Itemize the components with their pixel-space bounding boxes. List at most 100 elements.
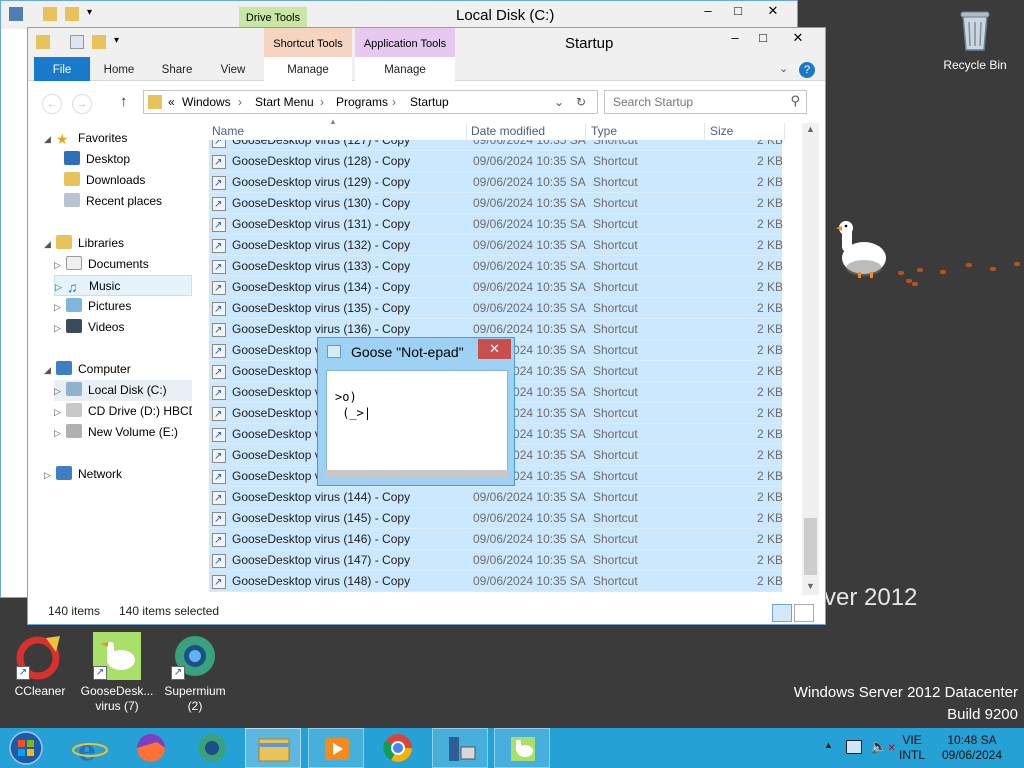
expand-ribbon-icon[interactable]: ⌄ [779,62,788,75]
input-language[interactable]: VIE INTL [898,733,926,763]
expand-arrow-icon[interactable]: ▷ [54,318,66,339]
file-row[interactable]: GooseDesktop virus (146) - Copy 09/06/202… [209,529,783,551]
expand-arrow-icon[interactable]: ▷ [44,465,56,486]
tab-share[interactable]: Share [152,57,202,81]
minimize-button[interactable]: – [693,1,723,21]
properties-icon[interactable] [9,7,23,21]
nav-libraries[interactable]: ◢ Libraries [44,233,124,254]
volume-muted-icon[interactable]: 🔈✕ [870,738,896,755]
close-button[interactable]: ✕ [478,339,511,359]
nav-pictures[interactable]: ▷ Pictures [54,296,131,317]
expand-arrow-icon[interactable]: ▷ [54,381,66,402]
desktop-icon-ccleaner[interactable]: ↗ CCleaner [2,632,78,699]
file-row[interactable]: GooseDesktop virus (127) - Copy 09/06/202… [209,140,783,152]
address-bar[interactable]: « Windows › Start Menu › Programs › Star… [143,90,598,114]
forward-button[interactable]: → [72,94,92,114]
window-startup[interactable]: ▾ Shortcut Tools Application Tools Start… [27,27,826,625]
back-button[interactable]: ← [42,94,62,114]
goose-notepad-window[interactable]: Goose "Not-epad" ✕ >o) (_>| [317,337,515,486]
breadcrumb-start-menu[interactable]: Start Menu [255,95,314,109]
title-bar[interactable]: ▾ Shortcut Tools Application Tools Start… [28,28,825,57]
start-button[interactable] [0,728,56,768]
network-tray-icon[interactable] [846,740,862,754]
refresh-icon[interactable]: ↻ [576,95,586,109]
expand-arrow-icon[interactable]: ▷ [54,297,66,318]
title-bar[interactable]: ▾ Drive Tools Local Disk (C:) – □ ✕ [1,1,797,29]
large-icons-view-button[interactable] [794,604,814,622]
breadcrumb-startup[interactable]: Startup [410,95,449,109]
recycle-bin[interactable]: Recycle Bin [937,6,1013,73]
expand-arrow-icon[interactable]: ▷ [54,423,66,444]
column-header-type[interactable]: Type [588,123,705,140]
breadcrumb-windows[interactable]: Windows [182,95,231,109]
chevron-down-icon[interactable]: ▾ [87,7,92,18]
taskbar-supermium[interactable] [184,728,240,768]
taskbar-firefox[interactable] [123,728,179,768]
file-row[interactable]: GooseDesktop virus (134) - Copy 09/06/202… [209,277,783,299]
scroll-up-icon[interactable]: ▲ [806,124,815,134]
collapse-arrow-icon[interactable]: ◢ [44,129,56,150]
tab-drive-tools[interactable]: Drive Tools [239,7,307,29]
maximize-button[interactable]: □ [748,28,778,48]
tab-manage-application[interactable]: Manage [355,57,455,81]
expand-arrow-icon[interactable]: ▷ [55,277,67,298]
file-row[interactable]: GooseDesktop virus (148) - Copy 09/06/202… [209,571,783,593]
desktop-icon-goose[interactable]: ↗ GooseDesk... virus (7) [79,632,155,714]
tab-view[interactable]: View [208,57,258,81]
collapse-arrow-icon[interactable]: ◢ [44,360,56,381]
tab-manage-shortcut[interactable]: Manage [264,57,352,81]
new-folder-icon[interactable] [92,35,106,49]
taskbar-goose[interactable] [494,728,550,768]
column-header-date[interactable]: Date modified [468,123,586,140]
column-header-name[interactable]: Name [209,123,467,140]
folder-icon[interactable] [65,7,79,21]
clock[interactable]: 10:48 SA 09/06/2024 [936,733,1008,763]
folder-icon[interactable] [36,35,50,49]
desktop-icon-supermium[interactable]: ↗ Supermium (2) [157,632,233,714]
nav-local-disk[interactable]: ▷ Local Disk (C:) [54,380,192,401]
nav-documents[interactable]: ▷ Documents [54,254,149,275]
details-view-button[interactable] [772,604,792,622]
tab-file[interactable]: File [34,57,90,81]
minimize-button[interactable]: – [720,28,750,48]
file-row[interactable]: GooseDesktop virus (144) - Copy 09/06/202… [209,487,783,509]
tab-shortcut-tools[interactable]: Shortcut Tools [264,28,352,57]
file-row[interactable]: GooseDesktop virus (131) - Copy 09/06/202… [209,214,783,236]
nav-network[interactable]: ▷ Network [44,464,122,485]
nav-music[interactable]: ▷ ♫ Music [54,275,192,296]
taskbar-chrome[interactable] [370,728,426,768]
notepad-text-area[interactable]: >o) (_>| [326,370,508,476]
vertical-scrollbar[interactable]: ▲ ▼ [802,123,819,595]
new-folder-icon[interactable] [43,7,57,21]
nav-videos[interactable]: ▷ Videos [54,317,124,338]
close-button[interactable]: ✕ [776,28,820,48]
nav-new-volume[interactable]: ▷ New Volume (E:) [54,422,178,443]
notepad-scrollbar[interactable] [326,470,508,478]
nav-recent-places[interactable]: Recent places [64,191,162,212]
breadcrumb-programs[interactable]: Programs [336,95,388,109]
nav-favorites[interactable]: ◢ ★ Favorites [44,128,127,149]
expand-arrow-icon[interactable]: ▷ [54,255,66,276]
nav-desktop[interactable]: Desktop [64,149,130,170]
chevron-down-icon[interactable]: ▾ [114,35,119,46]
collapse-arrow-icon[interactable]: ◢ [44,234,56,255]
file-row[interactable]: GooseDesktop virus (130) - Copy 09/06/202… [209,193,783,215]
tab-application-tools[interactable]: Application Tools [355,28,455,57]
file-row[interactable]: GooseDesktop virus (133) - Copy 09/06/202… [209,256,783,278]
goose-sprite[interactable] [830,218,888,280]
expand-arrow-icon[interactable]: ▷ [54,402,66,422]
nav-downloads[interactable]: Downloads [64,170,145,191]
up-button[interactable]: ↑ [120,93,128,110]
tab-home[interactable]: Home [94,57,144,81]
chevron-down-icon[interactable]: ⌄ [554,95,564,109]
taskbar-file-explorer[interactable] [245,728,301,768]
help-icon[interactable]: ? [799,62,815,78]
scroll-thumb[interactable] [804,518,817,575]
close-button[interactable]: ✕ [751,1,795,21]
file-row[interactable]: GooseDesktop virus (128) - Copy 09/06/202… [209,151,783,173]
file-row[interactable]: GooseDesktop virus (147) - Copy 09/06/202… [209,550,783,572]
file-row[interactable]: GooseDesktop virus (132) - Copy 09/06/202… [209,235,783,257]
nav-cd-drive[interactable]: ▷CD Drive (D:) HBCD_ [54,401,192,422]
search-input[interactable]: Search Startup ⚲ [604,90,807,114]
taskbar-internet-explorer[interactable]: e [62,728,118,768]
